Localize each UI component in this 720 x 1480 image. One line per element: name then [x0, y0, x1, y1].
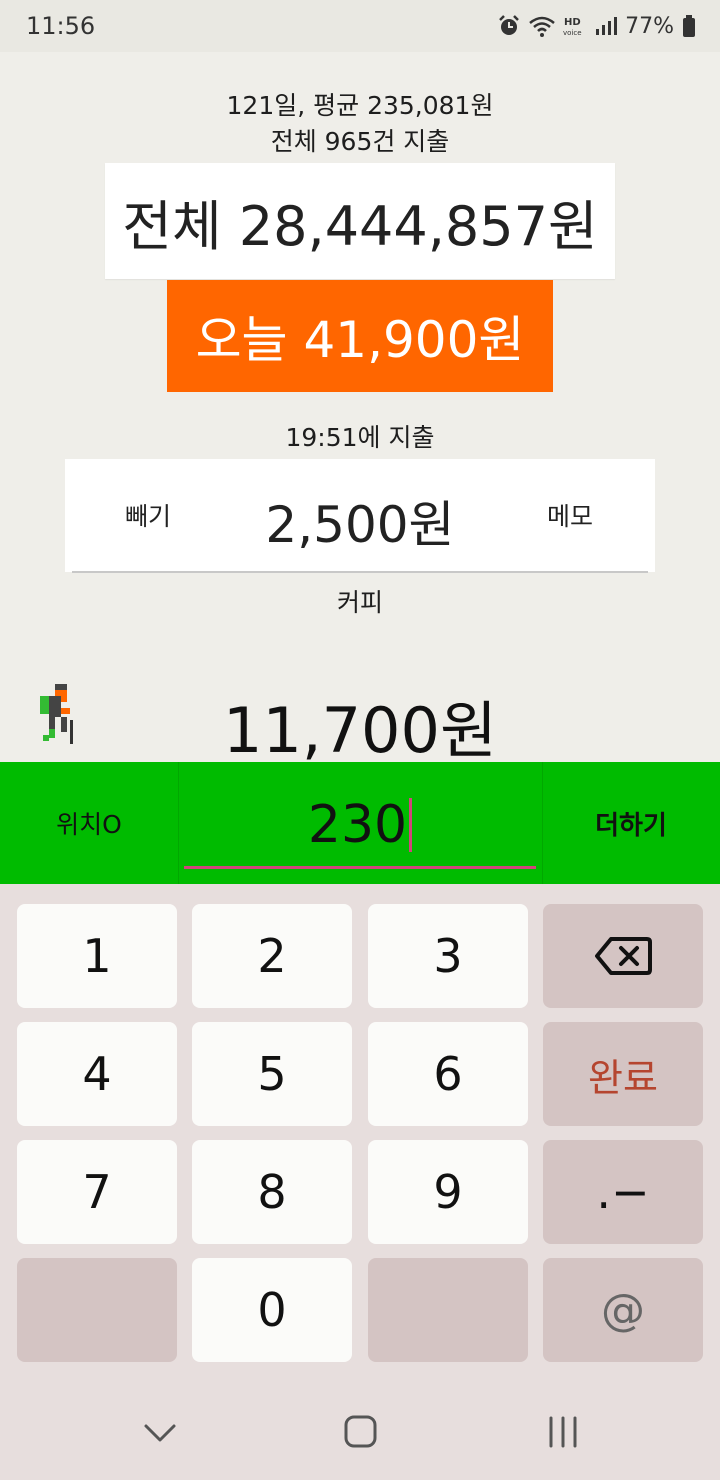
app-screen: 11:56 HD voice 77% 121일, 평균 235,081원 전체 … [0, 0, 720, 1480]
signal-icon [596, 17, 618, 35]
text-caret [409, 798, 413, 852]
at-key[interactable]: @ [543, 1258, 703, 1362]
status-time: 11:56 [26, 12, 96, 40]
days-average-text: 121일, 평균 235,081원 [226, 91, 494, 120]
amount-input[interactable]: 230 [184, 780, 536, 870]
wifi-icon [529, 16, 555, 37]
done-key[interactable]: 완료 [543, 1022, 703, 1126]
navigation-bar [0, 1384, 720, 1480]
battery-percent: 77% [625, 13, 674, 39]
key-8[interactable]: 8 [192, 1140, 352, 1244]
key-4[interactable]: 4 [17, 1022, 177, 1126]
key-5[interactable]: 5 [192, 1022, 352, 1126]
key-2[interactable]: 2 [192, 904, 352, 1008]
svg-text:voice: voice [563, 29, 582, 37]
home-icon[interactable] [343, 1414, 379, 1450]
key-9[interactable]: 9 [368, 1140, 528, 1244]
alarm-icon [499, 15, 519, 35]
total-spent-box[interactable]: 전체 28,444,857원 [105, 163, 615, 279]
hd-voice-icon: HD voice [563, 17, 582, 37]
backspace-icon [595, 937, 652, 975]
backspace-key[interactable] [543, 904, 703, 1008]
status-bar: 11:56 HD voice 77% [0, 0, 720, 52]
blank-key-right [368, 1258, 528, 1362]
blank-key-left [17, 1258, 177, 1362]
last-expense-time: 19:51에 지출 [285, 423, 435, 452]
recent-apps-icon[interactable] [545, 1414, 581, 1450]
amount-input-value: 230 [307, 795, 408, 855]
expense-divider [72, 571, 648, 573]
key-6[interactable]: 6 [368, 1022, 528, 1126]
back-chevron-icon[interactable] [142, 1414, 178, 1450]
expense-count-text: 전체 965건 지출 [270, 127, 450, 156]
key-7[interactable]: 7 [17, 1140, 177, 1244]
key-1[interactable]: 1 [17, 904, 177, 1008]
today-spent-label: 오늘 41,900원 [195, 311, 525, 369]
add-button-label: 더하기 [595, 810, 667, 841]
last-expense-card: 빼기 2,500원 메모 [65, 459, 655, 572]
location-toggle-label: 위치O [56, 810, 122, 839]
key-3[interactable]: 3 [368, 904, 528, 1008]
amount-input-underline [184, 866, 536, 869]
dot-minus-key[interactable]: .− [543, 1140, 703, 1244]
memo-button[interactable]: 메모 [547, 497, 593, 533]
total-spent-label: 전체 28,444,857원 [122, 194, 598, 258]
running-total-amount: 11,700원 [223, 694, 497, 767]
location-toggle-button[interactable]: 위치O [0, 762, 178, 884]
status-icons: HD voice 77% [497, 14, 696, 39]
svg-text:HD: HD [564, 17, 581, 28]
today-spent-box[interactable]: 오늘 41,900원 [167, 280, 553, 392]
last-expense-memo: 커피 [336, 588, 383, 617]
numeric-keypad: 1 2 3 4 5 6 완료 7 8 9 .− 0 @ [0, 884, 720, 1384]
add-button[interactable]: 더하기 [542, 762, 720, 884]
key-0[interactable]: 0 [192, 1258, 352, 1362]
input-separator-left [178, 762, 179, 884]
battery-icon [683, 15, 695, 37]
